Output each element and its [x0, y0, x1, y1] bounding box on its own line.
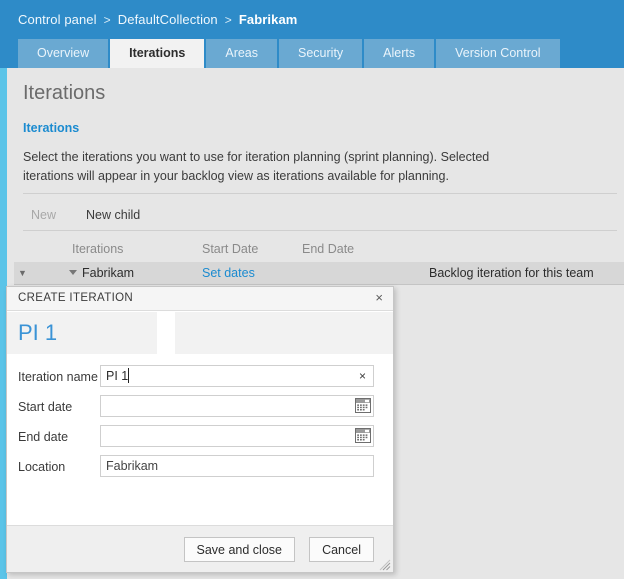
new-button[interactable]: New	[23, 208, 64, 222]
page-title: Iterations	[23, 82, 106, 104]
breadcrumb-separator: >	[103, 13, 111, 27]
tab-version-control[interactable]: Version Control	[436, 39, 560, 68]
grid-column-start-date: Start Date	[202, 242, 259, 256]
toolbar-top-divider	[23, 193, 617, 194]
tab-overview[interactable]: Overview	[18, 39, 109, 68]
field-row-end-date: End date	[7, 425, 393, 452]
location-label: Location	[18, 460, 66, 474]
field-row-iteration-name: Iteration name ×	[7, 365, 393, 392]
dialog-footer: Save and close Cancel	[7, 525, 393, 572]
close-icon[interactable]: ×	[375, 291, 383, 305]
cancel-button[interactable]: Cancel	[309, 537, 374, 562]
breadcrumb-item-control-panel[interactable]: Control panel	[18, 12, 97, 27]
start-date-label: Start date	[18, 400, 73, 414]
tab-iterations[interactable]: Iterations	[110, 39, 205, 68]
iteration-name-input[interactable]	[100, 365, 374, 387]
dialog-body: PI 1 Iteration name × Start date	[7, 312, 393, 525]
grid-toolbar: New New child	[23, 200, 148, 230]
row-iteration-name: Fabrikam	[82, 266, 135, 280]
dialog-title: CREATE ITERATION	[18, 292, 134, 304]
text-cursor	[128, 368, 129, 383]
grid-column-iterations: Iterations	[72, 242, 124, 256]
iteration-name-label: Iteration name	[18, 370, 98, 384]
app-window: Control panel > DefaultCollection > Fabrikam…	[0, 0, 624, 579]
grid-row-underline	[14, 284, 624, 285]
location-input[interactable]	[100, 455, 374, 477]
table-row[interactable]: ▼ Fabrikam Set dates Backlog iteration f…	[14, 262, 624, 284]
save-and-close-button[interactable]: Save and close	[183, 537, 295, 562]
section-title: Iterations	[23, 121, 80, 135]
end-date-label: End date	[18, 430, 69, 444]
grid-header-row: Iterations Start Date End Date	[14, 236, 624, 262]
row-set-dates-link[interactable]: Set dates	[202, 266, 255, 280]
dialog-heading-band	[7, 312, 393, 354]
start-date-input[interactable]	[100, 395, 374, 417]
toolbar-bottom-divider	[23, 230, 617, 231]
clear-iteration-name-icon[interactable]: ×	[359, 369, 366, 383]
section-description: Select the iterations you want to use fo…	[23, 150, 490, 183]
tab-bar: Overview Iterations Areas Security Alert…	[18, 39, 562, 68]
tab-alerts[interactable]: Alerts	[364, 39, 435, 68]
row-backlog-note: Backlog iteration for this team	[429, 266, 594, 280]
tab-security[interactable]: Security	[279, 39, 363, 68]
dialog-titlebar[interactable]: CREATE ITERATION ×	[7, 287, 393, 311]
end-date-input[interactable]	[100, 425, 374, 447]
breadcrumb-separator: >	[224, 13, 232, 27]
breadcrumb: Control panel > DefaultCollection > Fabrikam	[18, 12, 297, 27]
dialog-heading: PI 1	[18, 320, 58, 345]
dialog-heading-notch	[157, 312, 175, 354]
field-row-location: Location	[7, 455, 393, 482]
new-child-button[interactable]: New child	[78, 208, 148, 222]
breadcrumb-current-fabrikam: Fabrikam	[238, 12, 298, 27]
breadcrumb-item-default-collection[interactable]: DefaultCollection	[118, 12, 218, 27]
resize-grip-icon[interactable]	[379, 558, 391, 571]
create-iteration-dialog: CREATE ITERATION × PI 1 Iteration name ×…	[6, 286, 394, 573]
tab-areas[interactable]: Areas	[206, 39, 278, 68]
calendar-icon[interactable]	[355, 398, 371, 413]
chevron-down-icon[interactable]: ▼	[18, 268, 28, 278]
tree-expander-icon[interactable]	[69, 270, 77, 275]
calendar-icon[interactable]	[355, 428, 371, 443]
grid-column-end-date: End Date	[302, 242, 355, 256]
page-header: Control panel > DefaultCollection > Fabrikam…	[0, 0, 624, 68]
field-row-start-date: Start date	[7, 395, 393, 422]
